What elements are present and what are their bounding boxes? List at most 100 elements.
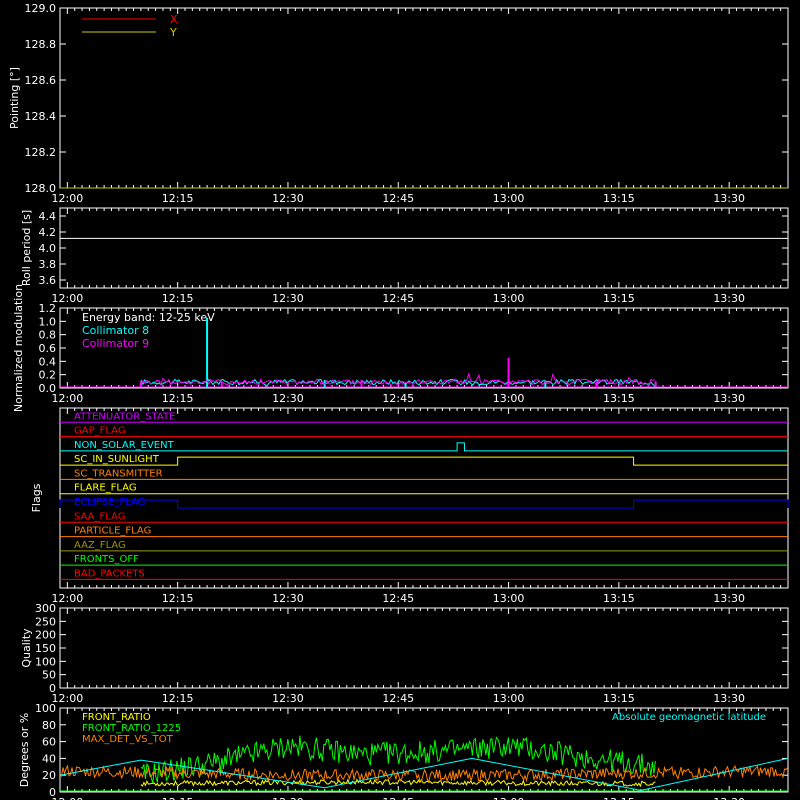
x-tick-label: 12:15	[162, 192, 194, 205]
y-axis-label: Quality	[20, 628, 33, 668]
y-tick-label: 50	[42, 669, 56, 682]
legend-label: Collimator 9	[82, 337, 149, 350]
y-tick-label: 250	[35, 615, 56, 628]
y-tick-label: 100	[35, 655, 56, 668]
y-tick-label: 128.2	[25, 146, 57, 159]
flag-line	[59, 499, 789, 509]
x-tick-label: 12:00	[52, 192, 84, 205]
flag-label: AAZ_FLAG	[74, 540, 126, 551]
x-tick-label: 13:15	[603, 592, 635, 605]
y-tick-label: 0.8	[39, 329, 57, 342]
x-tick-label: 13:00	[493, 392, 525, 405]
flag-line	[60, 456, 788, 466]
panel-0: 12:00 12:15 12:30 12:45 13:00 13:15 13:30 128.0…	[8, 2, 789, 205]
panels-group: 12:00 12:15 12:30 12:45 13:00 13:15 13:30 128.0…	[8, 2, 789, 800]
x-tick-label: 13:30	[713, 692, 745, 705]
x-tick-label: 12:15	[162, 392, 194, 405]
x-tick-label: 13:30	[713, 392, 745, 405]
y-tick-label: 128.4	[25, 110, 57, 123]
legend-label: Absolute geomagnetic latitude	[612, 712, 766, 723]
y-tick-label: 0.0	[39, 382, 57, 395]
flag-label: SC_IN_SUNLIGHT	[74, 454, 160, 465]
x-tick-label: 12:45	[382, 392, 414, 405]
y-tick-label: 200	[35, 629, 56, 642]
panel-frame	[59, 207, 789, 289]
x-tick-label: 13:15	[603, 292, 635, 305]
y-tick-label: 128.0	[25, 182, 57, 195]
x-tick-label: 13:30	[713, 796, 745, 800]
y-tick-label: 1.0	[39, 315, 57, 328]
panel-1: 12:00 12:15 12:30 12:45 13:00 13:15 13:30 3.6 3.…	[20, 207, 789, 305]
x-tick-label: 13:00	[493, 192, 525, 205]
x-tick-label: 12:30	[272, 692, 304, 705]
x-tick-label: 13:00	[493, 692, 525, 705]
x-tick-label: 12:00	[52, 796, 84, 800]
y-axis-label: Degrees or %	[18, 713, 31, 787]
x-tick-label: 12:45	[382, 192, 414, 205]
x-tick-label: 12:45	[382, 796, 414, 800]
y-tick-label: 300	[35, 602, 56, 615]
flag-label: SAA_FLAG	[74, 511, 125, 522]
y-tick-label: 40	[42, 752, 56, 765]
flag-label: BAD_PACKETS	[74, 568, 145, 579]
y-tick-label: 128.8	[25, 38, 57, 51]
panel-frame	[59, 407, 789, 589]
x-tick-label: 12:00	[52, 292, 84, 305]
x-tick-label: 12:30	[272, 592, 304, 605]
y-axis-label: Normalized modulation	[12, 284, 25, 412]
flag-label: FRONTS_OFF	[74, 554, 139, 565]
y-tick-label: 150	[35, 642, 56, 655]
x-tick-label: 13:30	[713, 192, 745, 205]
y-tick-label: 100	[35, 702, 56, 715]
y-tick-label: 4.0	[39, 242, 57, 255]
y-tick-label: 80	[42, 719, 56, 732]
x-tick-label: 13:15	[603, 796, 635, 800]
x-tick-label: 12:45	[382, 592, 414, 605]
x-tick-label: 13:15	[603, 692, 635, 705]
flag-label: SC_TRANSMITTER	[74, 468, 163, 479]
y-tick-label: 0.6	[39, 342, 57, 355]
legend-label: FRONT_RATIO	[82, 712, 151, 723]
x-tick-label: 12:15	[162, 292, 194, 305]
y-tick-label: 1.2	[39, 302, 57, 315]
x-tick-label: 13:00	[493, 292, 525, 305]
panel-3: 12:00 12:15 12:30 12:45 13:00 13:15 13:30 Flags…	[30, 407, 789, 605]
legend-label: MAX_DET_VS_TOT	[82, 734, 174, 745]
x-tick-label: 12:00	[52, 692, 84, 705]
legend-label: Collimator 8	[82, 324, 149, 337]
y-tick-label: 3.8	[39, 258, 57, 271]
flag-label: PARTICLE_FLAG	[74, 526, 151, 537]
y-tick-label: 128.6	[25, 74, 57, 87]
flag-label: ECLIPSE_FLAG	[74, 497, 145, 508]
x-tick-label: 12:15	[162, 692, 194, 705]
y-tick-label: 0.2	[39, 369, 57, 382]
legend-label: X	[170, 13, 178, 26]
x-tick-label: 13:00	[493, 796, 525, 800]
x-tick-label: 12:30	[272, 392, 304, 405]
flag-label: ATTENUATOR_STATE	[74, 411, 175, 422]
x-tick-label: 12:30	[272, 796, 304, 800]
y-tick-label: 129.0	[25, 2, 57, 15]
x-tick-label: 12:15	[162, 796, 194, 800]
x-tick-label: 13:30	[713, 592, 745, 605]
observing-summary-figure: 12:00 12:15 12:30 12:45 13:00 13:15 13:30 128.0…	[0, 0, 800, 800]
legend-label: FRONT_RATIO_1225	[82, 723, 181, 734]
y-tick-label: 3.6	[39, 274, 57, 287]
flag-label: NON_SOLAR_EVENT	[74, 440, 175, 451]
panel-5: 12:00 12:15 12:30 12:45 13:00 13:15 13:30 0 20 40…	[18, 702, 789, 800]
y-tick-label: 0	[49, 786, 56, 799]
x-tick-label: 12:30	[272, 192, 304, 205]
flag-label: FLARE_FLAG	[74, 483, 137, 494]
y-tick-label: 4.2	[39, 226, 57, 239]
y-axis-label: Roll period [s]	[20, 210, 33, 286]
x-tick-label: 12:00	[52, 392, 84, 405]
x-tick-label: 12:30	[272, 292, 304, 305]
x-tick-label: 13:00	[493, 592, 525, 605]
y-tick-label: 4.4	[39, 210, 57, 223]
panel-frame	[59, 607, 789, 689]
flag-label: GAP_FLAG	[74, 426, 126, 437]
x-tick-label: 12:00	[52, 592, 84, 605]
x-tick-label: 13:15	[603, 192, 635, 205]
x-tick-label: 12:45	[382, 692, 414, 705]
y-tick-label: 0.4	[39, 355, 57, 368]
